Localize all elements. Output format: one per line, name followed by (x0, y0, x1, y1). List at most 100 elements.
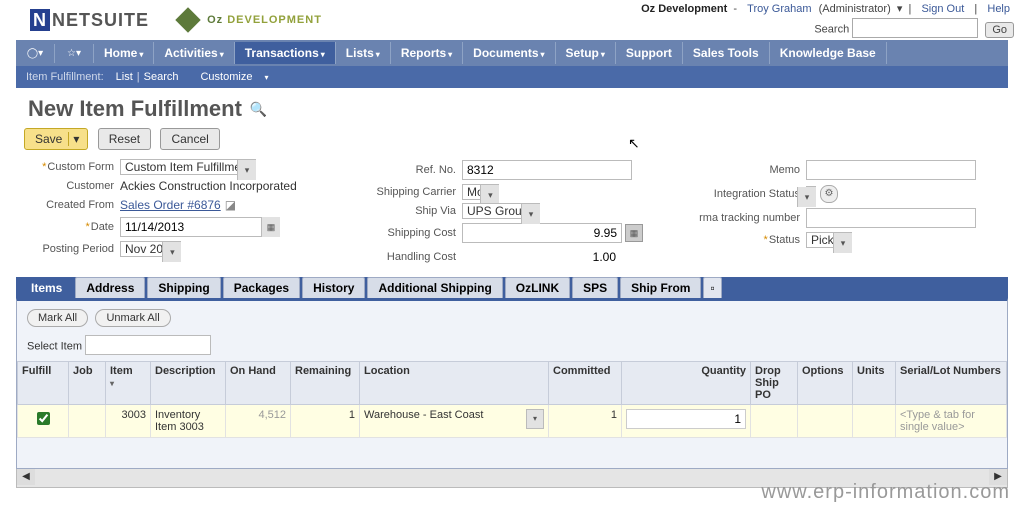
subnav-search[interactable]: Search (144, 71, 179, 83)
cell-description: Inventory Item 3003 (151, 405, 226, 438)
tab-history[interactable]: History (302, 277, 365, 298)
label-shipping-carrier: Shipping Carrier (346, 186, 462, 198)
menu-lists[interactable]: Lists▾ (336, 42, 391, 64)
menu-home[interactable]: Home▾ (94, 42, 154, 64)
user-dropdown-icon[interactable]: ▾ (894, 3, 903, 15)
col-serial-lot[interactable]: Serial/Lot Numbers (896, 362, 1007, 405)
chevron-down-icon[interactable]: ▾ (237, 160, 256, 180)
tab-items[interactable]: Items (20, 277, 73, 298)
menu-knowledge-base[interactable]: Knowledge Base (770, 42, 887, 64)
created-from-link[interactable]: Sales Order #6876 (120, 198, 221, 212)
custom-form-select[interactable]: Custom Item Fulfillment (120, 159, 256, 175)
tab-ship-from[interactable]: Ship From (620, 277, 701, 298)
calculator-icon[interactable]: ▦ (625, 224, 643, 242)
col-committed[interactable]: Committed (549, 362, 622, 405)
col-quantity[interactable]: Quantity (622, 362, 751, 405)
sort-icon[interactable]: ▾ (110, 379, 114, 388)
date-input[interactable] (120, 217, 280, 237)
col-job[interactable]: Job (69, 362, 106, 405)
scroll-left-icon[interactable]: ◀ (17, 469, 35, 485)
label-status: Status (670, 234, 806, 246)
col-item[interactable]: Item▾ (106, 362, 151, 405)
help-link[interactable]: Help (987, 3, 1010, 15)
tab-ozlink[interactable]: OzLINK (505, 277, 570, 298)
popup-icon[interactable]: ◪ (225, 198, 236, 212)
shipping-cost-input[interactable] (462, 223, 622, 243)
cell-item: 3003 (106, 405, 151, 438)
page-title: New Item Fulfillment (28, 96, 242, 122)
chevron-down-icon[interactable]: ▾ (162, 242, 181, 262)
chevron-down-icon[interactable]: ▾ (797, 187, 816, 207)
menu-activities[interactable]: Activities▾ (154, 42, 234, 64)
table-row[interactable]: 3003 Inventory Item 3003 4,512 1 Warehou… (18, 405, 1007, 438)
col-remaining[interactable]: Remaining (291, 362, 360, 405)
unmark-all-button[interactable]: Unmark All (95, 309, 170, 327)
serial-lot-input[interactable]: <Type & tab for single value> (900, 409, 975, 433)
search-go-button[interactable]: Go (985, 22, 1014, 38)
sign-out-link[interactable]: Sign Out (921, 3, 964, 15)
mark-all-button[interactable]: Mark All (27, 309, 88, 327)
chevron-down-icon[interactable]: ▾ (521, 204, 540, 224)
location-select[interactable]: Warehouse - East Coast (364, 409, 483, 421)
gear-icon[interactable]: ⚙ (820, 185, 838, 203)
menu-sales-tools[interactable]: Sales Tools (683, 42, 770, 64)
search-icon[interactable]: 🔍 (250, 101, 267, 118)
menu-reports[interactable]: Reports▾ (391, 42, 463, 64)
watermark: www.erp-information.com (761, 481, 1010, 504)
reset-button[interactable]: Reset (98, 128, 151, 150)
home-icon[interactable]: ◯▾ (16, 44, 55, 63)
fulfill-checkbox[interactable] (37, 412, 50, 425)
col-fulfill[interactable]: Fulfill (18, 362, 69, 405)
cell-committed: 1 (549, 405, 622, 438)
rma-input[interactable] (806, 208, 976, 228)
col-description[interactable]: Description (151, 362, 226, 405)
menu-setup[interactable]: Setup▾ (556, 42, 616, 64)
cell-remaining: 1 (291, 405, 360, 438)
diamond-icon (175, 7, 200, 32)
menu-support[interactable]: Support (616, 42, 683, 64)
tab-add[interactable]: ▫ (703, 277, 721, 298)
ref-no-input[interactable] (462, 160, 632, 180)
subnav-customize[interactable]: Customize▾ (200, 71, 280, 83)
user-name-link[interactable]: Troy Graham (747, 3, 811, 15)
breadcrumb: Item Fulfillment: (26, 71, 104, 83)
oz-logo: Oz DEVELOPMENT (179, 11, 322, 29)
tab-address[interactable]: Address (75, 277, 145, 298)
label-custom-form: Custom Form (22, 161, 120, 173)
cell-on-hand: 4,512 (226, 405, 291, 438)
label-created-from: Created From (22, 199, 120, 211)
save-button[interactable]: Save▾ (24, 128, 88, 150)
chevron-down-icon[interactable]: ▾ (526, 409, 544, 429)
global-search-input[interactable] (852, 18, 978, 38)
calendar-icon[interactable]: ▦ (261, 217, 280, 237)
quantity-input[interactable] (626, 409, 746, 429)
label-ref-no: Ref. No. (346, 164, 462, 176)
label-memo: Memo (670, 164, 806, 176)
col-drop-ship-po[interactable]: Drop Ship PO (751, 362, 798, 405)
star-icon[interactable]: ☆▾ (55, 44, 94, 63)
tab-sps[interactable]: SPS (572, 277, 618, 298)
main-menu: ◯▾ ☆▾ Home▾ Activities▾ Transactions▾ Li… (16, 40, 1008, 66)
col-location[interactable]: Location (360, 362, 549, 405)
memo-input[interactable] (806, 160, 976, 180)
cancel-button[interactable]: Cancel (160, 128, 219, 150)
tab-packages[interactable]: Packages (223, 277, 300, 298)
handling-cost-value (462, 248, 620, 266)
label-customer: Customer (22, 180, 120, 192)
chevron-down-icon[interactable]: ▾ (833, 233, 852, 253)
col-on-hand[interactable]: On Hand (226, 362, 291, 405)
chevron-down-icon[interactable]: ▾ (480, 185, 499, 205)
items-table: Fulfill Job Item▾ Description On Hand Re… (17, 361, 1007, 438)
menu-documents[interactable]: Documents▾ (463, 42, 555, 64)
tab-shipping[interactable]: Shipping (147, 277, 220, 298)
select-item-input[interactable] (85, 335, 211, 355)
col-options[interactable]: Options (798, 362, 853, 405)
menu-transactions[interactable]: Transactions▾ (235, 42, 336, 64)
label-integration-status: Integration Status (670, 188, 806, 200)
tab-additional-shipping[interactable]: Additional Shipping (367, 277, 502, 298)
label-date: Date (22, 221, 120, 233)
save-split-dropdown[interactable]: ▾ (68, 132, 83, 146)
subnav-list[interactable]: List (116, 71, 133, 83)
col-units[interactable]: Units (853, 362, 896, 405)
account-name: Oz Development (641, 3, 727, 15)
